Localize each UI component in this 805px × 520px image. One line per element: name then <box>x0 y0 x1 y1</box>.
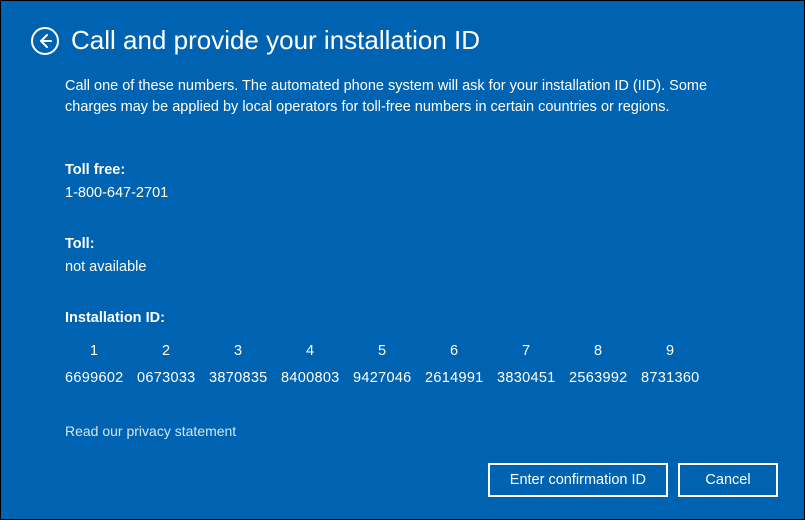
iid-column: 1 6699602 <box>65 341 137 389</box>
iid-index: 3 <box>209 341 281 368</box>
toll-number: not available <box>65 257 740 278</box>
footer: Enter confirmation ID Cancel <box>488 463 778 497</box>
iid-index: 2 <box>137 341 209 368</box>
iid-column: 7 3830451 <box>497 341 569 389</box>
iid-column: 4 8400803 <box>281 341 353 389</box>
installation-id-label: Installation ID: <box>65 308 740 329</box>
iid-value: 3830451 <box>497 368 569 389</box>
iid-value: 3870835 <box>209 368 281 389</box>
iid-value: 6699602 <box>65 368 137 389</box>
iid-index: 1 <box>65 341 137 368</box>
cancel-button[interactable]: Cancel <box>678 463 778 497</box>
description: Call one of these numbers. The automated… <box>65 76 740 118</box>
iid-index: 7 <box>497 341 569 368</box>
iid-index: 6 <box>425 341 497 368</box>
enter-confirmation-id-button[interactable]: Enter confirmation ID <box>488 463 668 497</box>
back-button[interactable] <box>31 27 59 55</box>
arrow-left-icon <box>37 33 53 49</box>
iid-index: 9 <box>641 341 713 368</box>
toll-free-label: Toll free: <box>65 160 740 181</box>
iid-value: 0673033 <box>137 368 209 389</box>
iid-column: 9 8731360 <box>641 341 713 389</box>
iid-column: 6 2614991 <box>425 341 497 389</box>
privacy-link[interactable]: Read our privacy statement <box>65 423 236 439</box>
iid-value: 8731360 <box>641 368 713 389</box>
iid-index: 5 <box>353 341 425 368</box>
iid-value: 9427046 <box>353 368 425 389</box>
toll-free-number: 1-800-647-2701 <box>65 183 740 204</box>
content: Call one of these numbers. The automated… <box>1 66 804 443</box>
iid-value: 2563992 <box>569 368 641 389</box>
iid-index: 4 <box>281 341 353 368</box>
iid-column: 8 2563992 <box>569 341 641 389</box>
iid-column: 2 0673033 <box>137 341 209 389</box>
iid-index: 8 <box>569 341 641 368</box>
page-title: Call and provide your installation ID <box>71 25 480 56</box>
iid-value: 2614991 <box>425 368 497 389</box>
header: Call and provide your installation ID <box>1 1 804 66</box>
toll-label: Toll: <box>65 234 740 255</box>
iid-column: 5 9427046 <box>353 341 425 389</box>
installation-id-table: 1 6699602 2 0673033 3 3870835 4 8400803 … <box>65 341 740 389</box>
activation-window: Call and provide your installation ID Ca… <box>0 0 805 520</box>
iid-column: 3 3870835 <box>209 341 281 389</box>
iid-value: 8400803 <box>281 368 353 389</box>
